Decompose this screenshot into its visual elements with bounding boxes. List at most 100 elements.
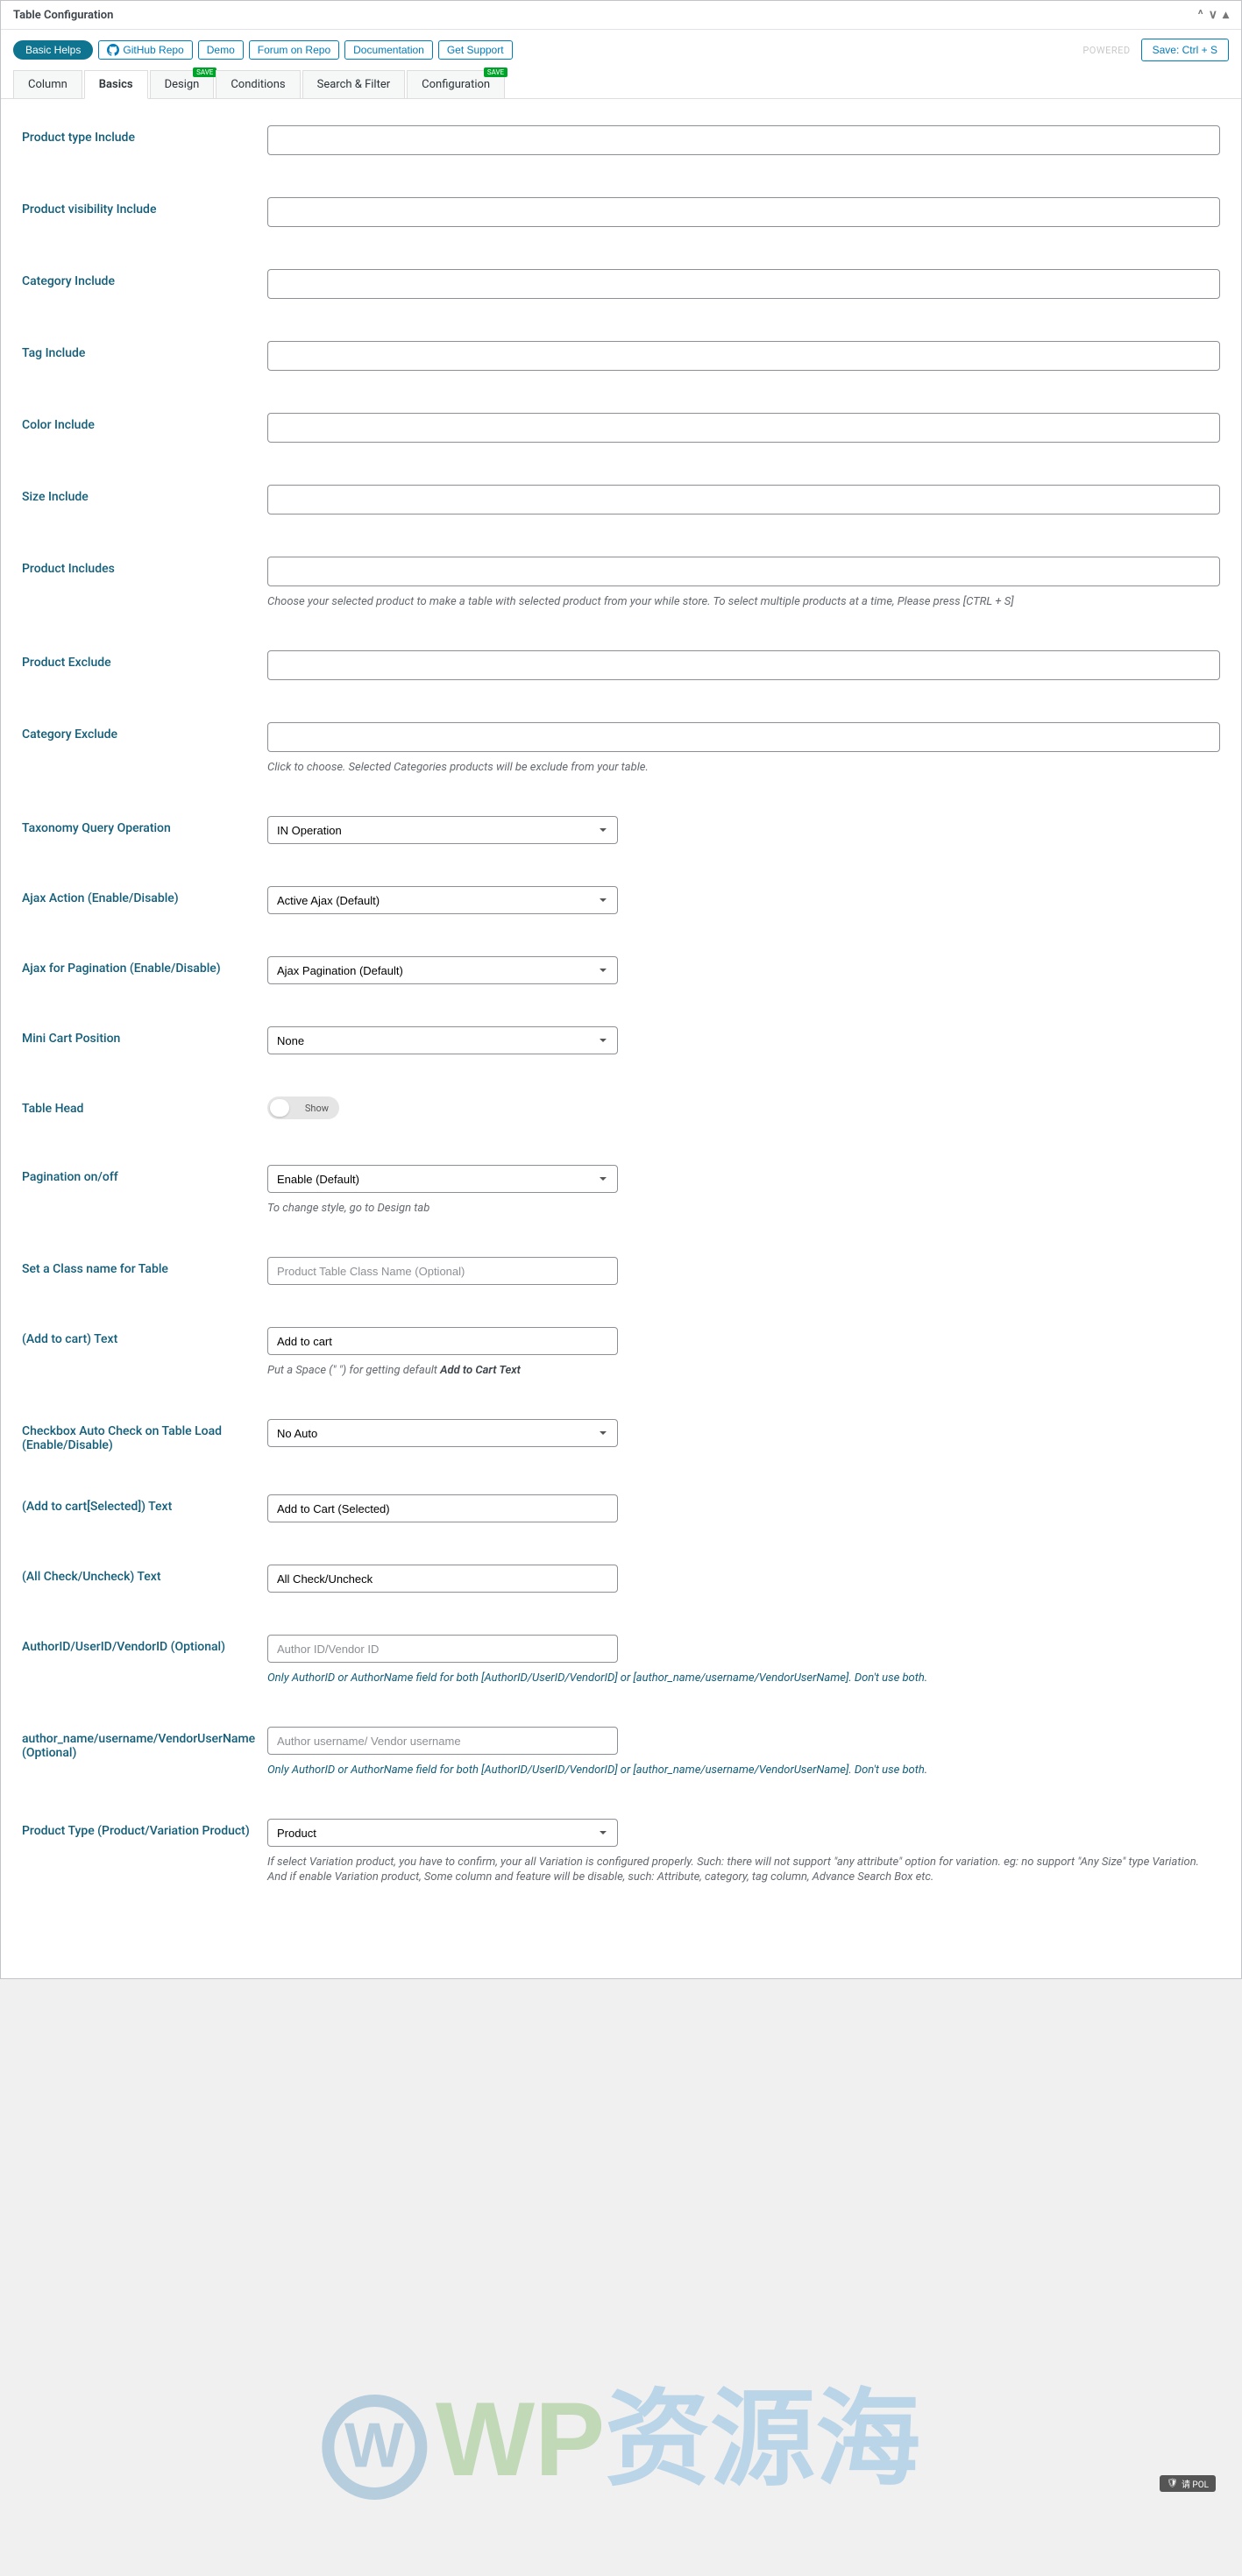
select-ajax-pagination[interactable]: Ajax Pagination (Default)	[267, 956, 618, 984]
row-mini-cart: Mini Cart Position None	[22, 1026, 1220, 1054]
label-checkbox-auto: Checkbox Auto Check on Table Load (Enabl…	[22, 1419, 267, 1452]
row-product-visibility-include: Product visibility Include	[22, 197, 1220, 227]
input-color-include[interactable]	[267, 413, 1220, 443]
toggle-label: Show	[305, 1103, 329, 1114]
select-taxonomy-query[interactable]: IN Operation	[267, 816, 618, 844]
row-taxonomy-query: Taxonomy Query Operation IN Operation	[22, 816, 1220, 844]
label-add-to-cart-selected: (Add to cart[Selected]) Text	[22, 1494, 267, 1514]
select-product-type[interactable]: Product	[267, 1819, 618, 1847]
wordpress-icon	[322, 2395, 427, 2500]
input-add-to-cart[interactable]	[267, 1327, 618, 1355]
select-checkbox-auto[interactable]: No Auto	[267, 1419, 618, 1447]
panel-menu-icon[interactable]: ▴	[1223, 8, 1229, 22]
input-tag-include[interactable]	[267, 341, 1220, 371]
select-pagination[interactable]: Enable (Default)	[267, 1165, 618, 1193]
row-class-name: Set a Class name for Table	[22, 1257, 1220, 1285]
label-ajax-pagination: Ajax for Pagination (Enable/Disable)	[22, 956, 267, 976]
row-all-check: (All Check/Uncheck) Text	[22, 1565, 1220, 1593]
label-add-to-cart: (Add to cart) Text	[22, 1327, 267, 1346]
helper-product-includes: Choose your selected product to make a t…	[267, 595, 1220, 608]
select-mini-cart[interactable]: None	[267, 1026, 618, 1054]
row-ajax-pagination: Ajax for Pagination (Enable/Disable) Aja…	[22, 956, 1220, 984]
toggle-table-head[interactable]: Show	[267, 1096, 339, 1119]
tab-design[interactable]: DesignSAVE	[150, 70, 215, 98]
panel-header: Table Configuration ^ ∨ ▴	[1, 1, 1241, 30]
label-author-name: author_name/username/VendorUserName (Opt…	[22, 1727, 267, 1760]
label-category-include: Category Include	[22, 269, 267, 288]
input-product-visibility-include[interactable]	[267, 197, 1220, 227]
label-product-includes: Product Includes	[22, 557, 267, 576]
row-size-include: Size Include	[22, 485, 1220, 514]
label-class-name: Set a Class name for Table	[22, 1257, 267, 1276]
row-ajax-action: Ajax Action (Enable/Disable) Active Ajax…	[22, 886, 1220, 914]
tab-basics[interactable]: Basics	[84, 70, 148, 99]
tab-column[interactable]: Column	[13, 70, 82, 98]
input-size-include[interactable]	[267, 485, 1220, 514]
input-category-exclude[interactable]	[267, 722, 1220, 752]
save-badge-2: SAVE	[484, 67, 507, 77]
label-product-exclude: Product Exclude	[22, 650, 267, 670]
input-category-include[interactable]	[267, 269, 1220, 299]
row-table-head: Table Head Show	[22, 1096, 1220, 1123]
watermark: WP资源海	[322, 2353, 920, 2506]
row-add-to-cart: (Add to cart) Text Put a Space (" ") for…	[22, 1327, 1220, 1377]
row-color-include: Color Include	[22, 413, 1220, 443]
label-color-include: Color Include	[22, 413, 267, 432]
powered-text: POWERED	[1082, 45, 1130, 56]
select-ajax-action[interactable]: Active Ajax (Default)	[267, 886, 618, 914]
input-all-check[interactable]	[267, 1565, 618, 1593]
label-taxonomy-query: Taxonomy Query Operation	[22, 816, 267, 835]
support-button[interactable]: Get Support	[438, 40, 513, 60]
toolbar: Basic Helps GitHub Repo Demo Forum on Re…	[1, 30, 1241, 70]
row-author-name: author_name/username/VendorUserName (Opt…	[22, 1727, 1220, 1777]
label-all-check: (All Check/Uncheck) Text	[22, 1565, 267, 1584]
row-tag-include: Tag Include	[22, 341, 1220, 371]
shield-icon: 🛡	[1167, 2479, 1178, 2488]
helper-product-type-1: If select Variation product, you have to…	[267, 1856, 1220, 1869]
save-badge: SAVE	[193, 67, 216, 77]
input-add-to-cart-selected[interactable]	[267, 1494, 618, 1522]
row-pagination: Pagination on/off Enable (Default) To ch…	[22, 1165, 1220, 1215]
row-product-type: Product Type (Product/Variation Product)…	[22, 1819, 1220, 1884]
label-table-head: Table Head	[22, 1096, 267, 1116]
demo-button[interactable]: Demo	[198, 40, 244, 60]
github-repo-button[interactable]: GitHub Repo	[98, 40, 192, 60]
row-product-type-include: Product type Include	[22, 125, 1220, 155]
helper-product-type-2: And if enable Variation product, Some co…	[267, 1870, 1220, 1884]
forum-button[interactable]: Forum on Repo	[249, 40, 339, 60]
label-category-exclude: Category Exclude	[22, 722, 267, 742]
label-product-type-include: Product type Include	[22, 125, 267, 145]
input-author-id[interactable]	[267, 1635, 618, 1663]
tabs: Column Basics DesignSAVE Conditions Sear…	[1, 70, 1241, 99]
row-category-include: Category Include	[22, 269, 1220, 299]
form-body: Product type Include Product visibility …	[1, 99, 1241, 1978]
tab-search-filter[interactable]: Search & Filter	[302, 70, 406, 98]
github-icon	[107, 44, 119, 56]
basic-helps-button[interactable]: Basic Helps	[13, 40, 93, 60]
panel-collapse-down-icon[interactable]: ∨	[1209, 8, 1217, 22]
toolbar-left: Basic Helps GitHub Repo Demo Forum on Re…	[13, 40, 513, 60]
helper-author-name: Only AuthorID or AuthorName field for bo…	[267, 1763, 1220, 1777]
toolbar-right: POWERED Save: Ctrl + S	[1082, 39, 1229, 61]
input-product-includes[interactable]	[267, 557, 1220, 586]
save-button[interactable]: Save: Ctrl + S	[1141, 39, 1229, 61]
table-configuration-panel: Table Configuration ^ ∨ ▴ Basic Helps Gi…	[0, 0, 1242, 1979]
row-product-exclude: Product Exclude	[22, 650, 1220, 680]
helper-author-id: Only AuthorID or AuthorName field for bo…	[267, 1671, 1220, 1685]
documentation-button[interactable]: Documentation	[344, 40, 433, 60]
label-product-type: Product Type (Product/Variation Product)	[22, 1819, 267, 1838]
label-size-include: Size Include	[22, 485, 267, 504]
helper-category-exclude: Click to choose. Selected Categories pro…	[267, 761, 1220, 774]
label-product-visibility-include: Product visibility Include	[22, 197, 267, 216]
tab-configuration[interactable]: ConfigurationSAVE	[407, 70, 505, 98]
row-category-exclude: Category Exclude Click to choose. Select…	[22, 722, 1220, 774]
tab-conditions[interactable]: Conditions	[216, 70, 300, 98]
input-class-name[interactable]	[267, 1257, 618, 1285]
input-product-type-include[interactable]	[267, 125, 1220, 155]
panel-header-actions: ^ ∨ ▴	[1198, 8, 1229, 22]
panel-collapse-up-icon[interactable]: ^	[1198, 8, 1203, 22]
label-ajax-action: Ajax Action (Enable/Disable)	[22, 886, 267, 905]
input-author-name[interactable]	[267, 1727, 618, 1755]
label-author-id: AuthorID/UserID/VendorID (Optional)	[22, 1635, 267, 1654]
input-product-exclude[interactable]	[267, 650, 1220, 680]
